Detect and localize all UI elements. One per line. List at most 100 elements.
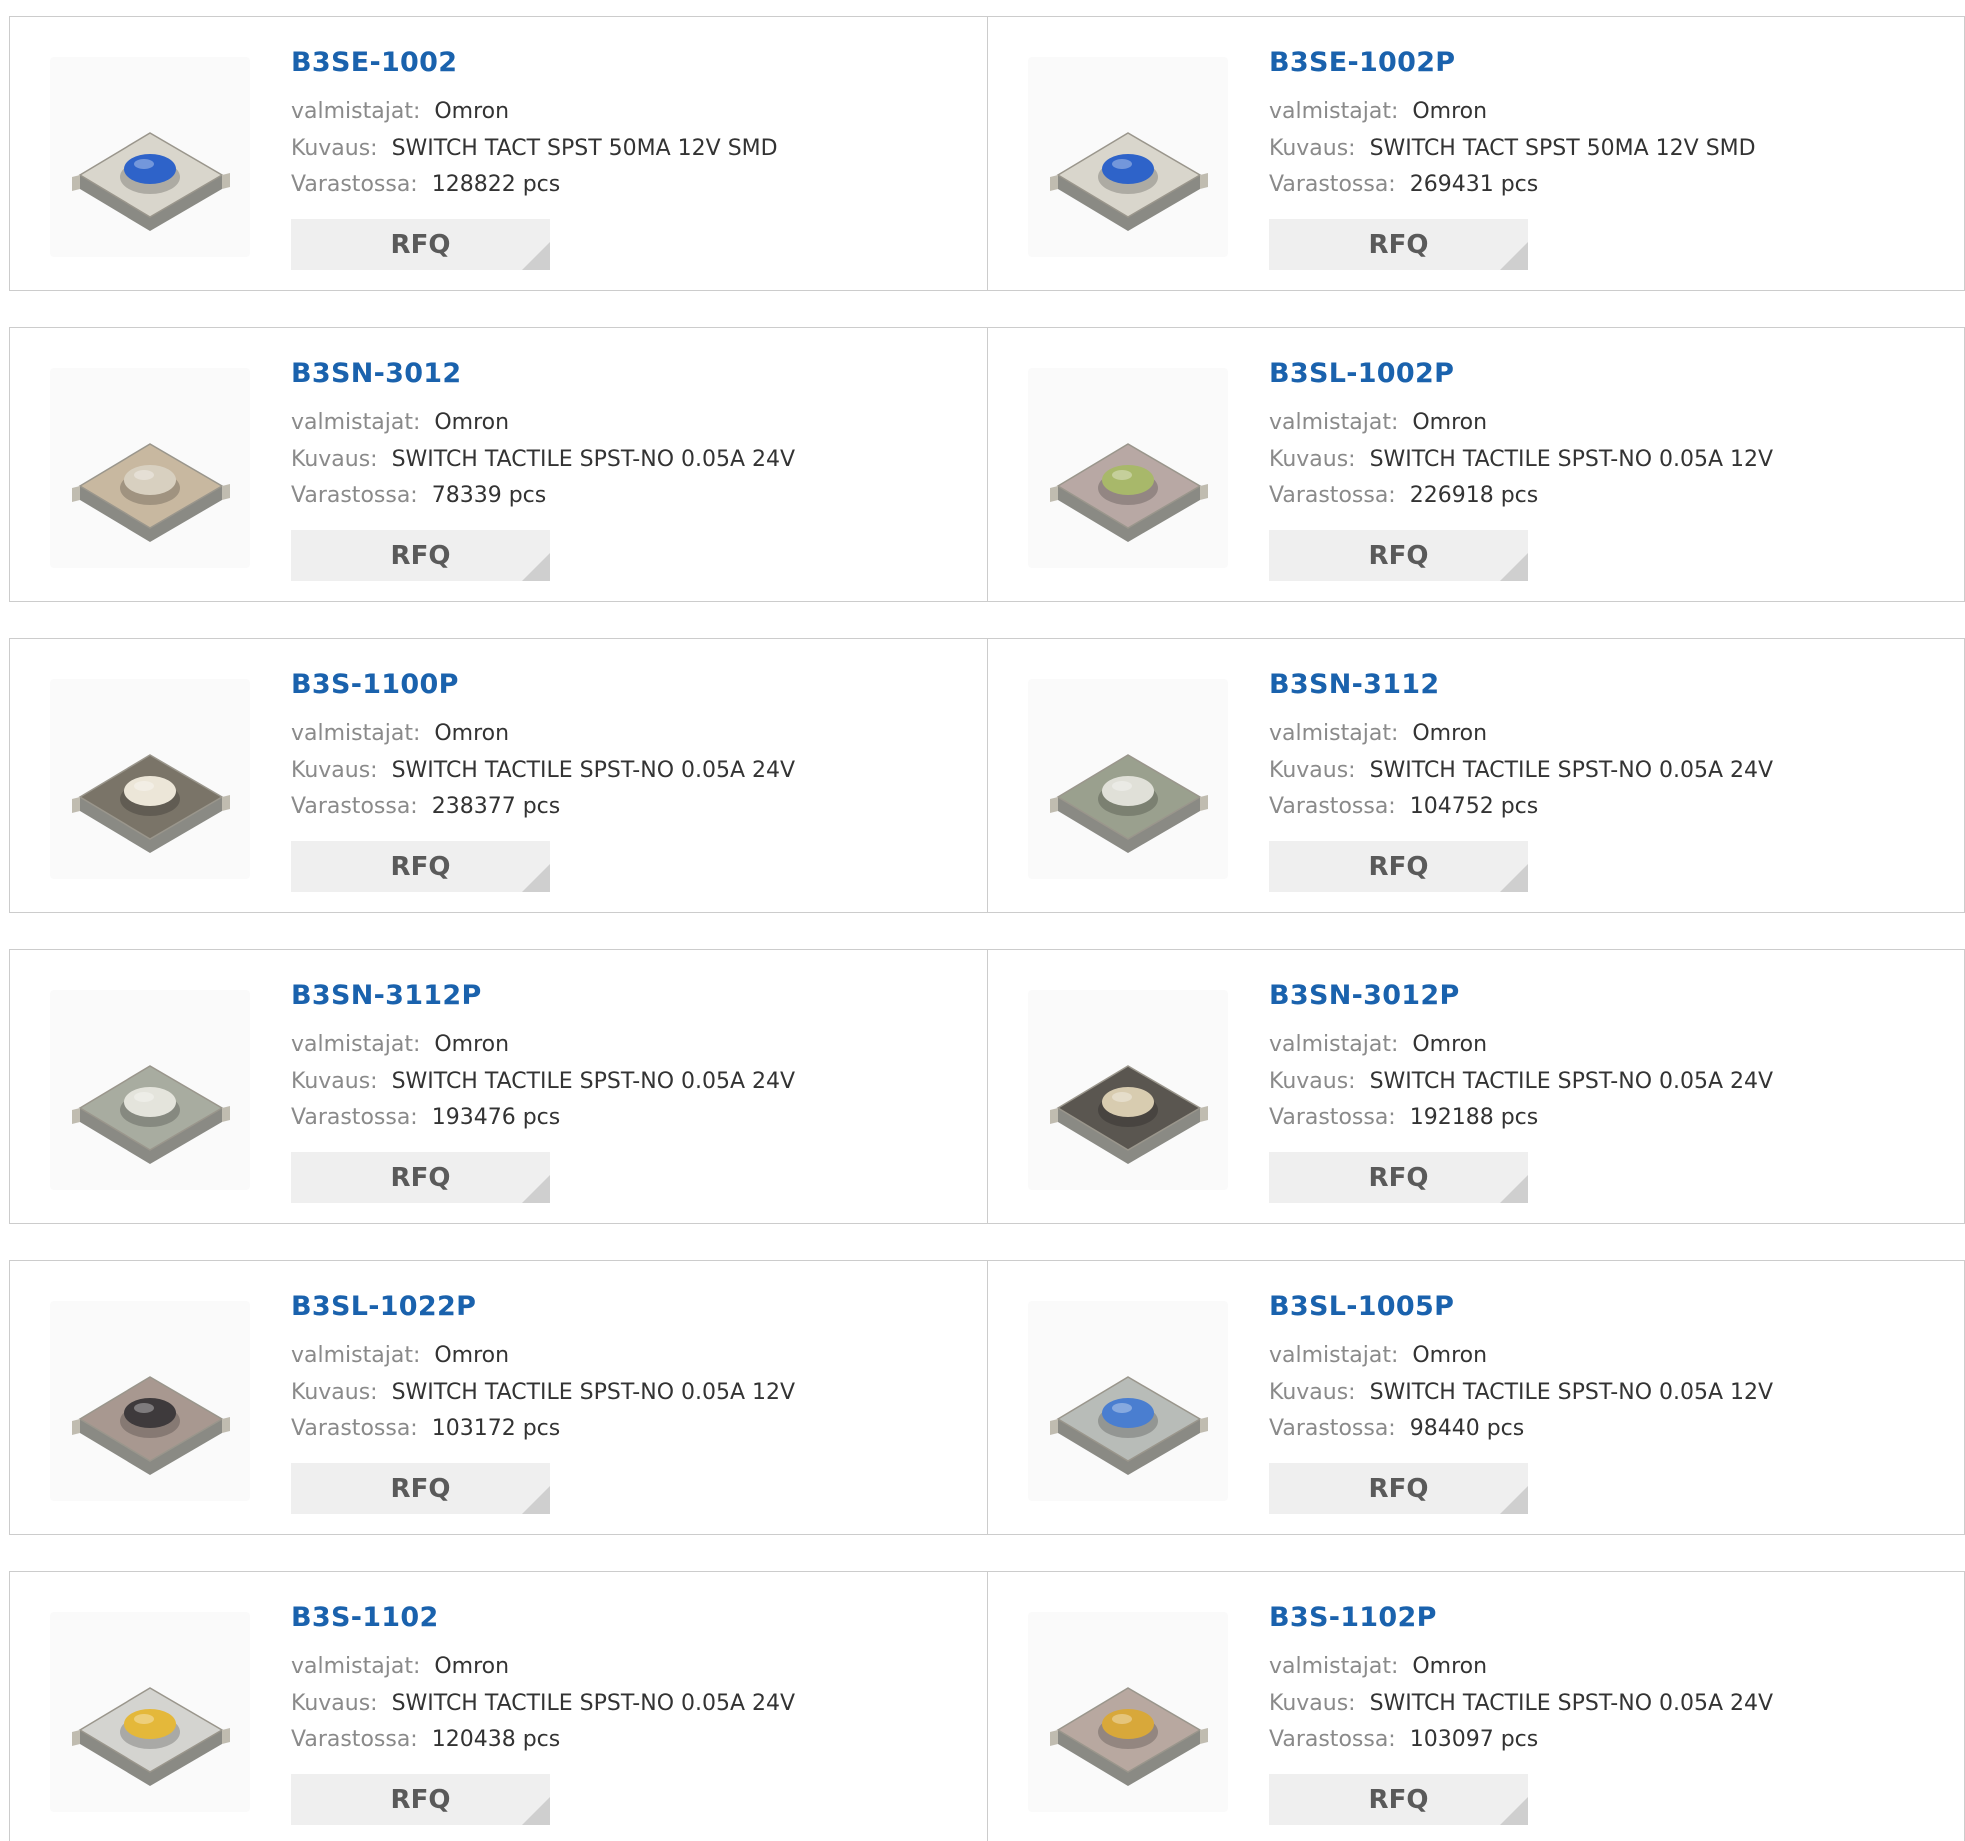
product-image[interactable] [50, 57, 250, 257]
stock-label: Varastossa: [1269, 172, 1396, 197]
manufacturer-value: Omron [1412, 721, 1488, 746]
manufacturer-row: valmistajat: Omron [291, 1343, 509, 1368]
manufacturer-value: Omron [434, 99, 510, 124]
part-number-link[interactable]: B3S-1102P [1269, 1602, 1437, 1633]
rfq-button[interactable]: RFQ [291, 1463, 550, 1514]
manufacturer-value: Omron [434, 1654, 510, 1679]
part-number-link[interactable]: B3SN-3112 [1269, 669, 1439, 700]
product-image[interactable] [1028, 368, 1228, 568]
part-number-link[interactable]: B3SL-1005P [1269, 1291, 1454, 1322]
part-number-link[interactable]: B3SN-3012P [1269, 980, 1460, 1011]
manufacturer-row: valmistajat: Omron [1269, 410, 1487, 435]
part-number-link[interactable]: B3SE-1002 [291, 47, 457, 78]
stock-value: 103172 pcs [431, 1416, 561, 1441]
corner-triangle-icon [1500, 1797, 1528, 1825]
product-card: B3SL-1002P valmistajat: Omron Kuvaus: SWIT… [988, 328, 1965, 601]
stock-row: Varastossa: 192188 pcs [1269, 1105, 1538, 1130]
stock-label: Varastossa: [291, 1416, 418, 1441]
description-value: SWITCH TACTILE SPST-NO 0.05A 12V [391, 1380, 796, 1405]
product-image[interactable] [50, 1301, 250, 1501]
stock-row: Varastossa: 78339 pcs [291, 483, 546, 508]
stock-row: Varastossa: 103172 pcs [291, 1416, 560, 1441]
stock-label: Varastossa: [291, 483, 418, 508]
rfq-button[interactable]: RFQ [1269, 841, 1528, 892]
product-image[interactable] [1028, 1301, 1228, 1501]
tactile-switch-icon [1050, 1065, 1208, 1164]
manufacturer-value: Omron [434, 1032, 510, 1057]
manufacturer-label: valmistajat: [291, 721, 421, 746]
description-value: SWITCH TACTILE SPST-NO 0.05A 24V [391, 1069, 796, 1094]
product-image[interactable] [1028, 990, 1228, 1190]
part-number-link[interactable]: B3SL-1022P [291, 1291, 476, 1322]
description-row: Kuvaus: SWITCH TACTILE SPST-NO 0.05A 24V [1269, 1069, 1773, 1094]
part-number-link[interactable]: B3S-1102 [291, 1602, 439, 1633]
product-image[interactable] [50, 1612, 250, 1812]
rfq-button-label: RFQ [1368, 1473, 1429, 1504]
rfq-button[interactable]: RFQ [1269, 219, 1528, 270]
rfq-button-label: RFQ [390, 1784, 451, 1815]
manufacturer-value: Omron [434, 721, 510, 746]
rfq-button[interactable]: RFQ [1269, 1152, 1528, 1203]
product-card: B3SN-3012 valmistajat: Omron Kuvaus: SWITC… [10, 328, 987, 601]
rfq-button[interactable]: RFQ [291, 219, 550, 270]
product-image[interactable] [50, 990, 250, 1190]
stock-label: Varastossa: [1269, 1105, 1396, 1130]
corner-triangle-icon [522, 1797, 550, 1825]
description-row: Kuvaus: SWITCH TACTILE SPST-NO 0.05A 12V [291, 1380, 795, 1405]
description-row: Kuvaus: SWITCH TACTILE SPST-NO 0.05A 12V [1269, 1380, 1773, 1405]
stock-label: Varastossa: [291, 172, 418, 197]
rfq-button-label: RFQ [1368, 1162, 1429, 1193]
product-image[interactable] [50, 679, 250, 879]
rfq-button[interactable]: RFQ [291, 530, 550, 581]
rfq-button[interactable]: RFQ [291, 1152, 550, 1203]
rfq-button[interactable]: RFQ [1269, 1774, 1528, 1825]
description-row: Kuvaus: SWITCH TACTILE SPST-NO 0.05A 24V [291, 1069, 795, 1094]
product-card: B3SL-1022P valmistajat: Omron Kuvaus: SWIT… [10, 1261, 987, 1534]
description-value: SWITCH TACTILE SPST-NO 0.05A 24V [391, 758, 796, 783]
description-row: Kuvaus: SWITCH TACT SPST 50MA 12V SMD [1269, 136, 1756, 161]
manufacturer-label: valmistajat: [1269, 1654, 1399, 1679]
rfq-button-label: RFQ [390, 540, 451, 571]
stock-value: 128822 pcs [431, 172, 561, 197]
description-value: SWITCH TACTILE SPST-NO 0.05A 12V [1369, 1380, 1774, 1405]
product-image[interactable] [50, 368, 250, 568]
stock-row: Varastossa: 120438 pcs [291, 1727, 560, 1752]
manufacturer-value: Omron [434, 410, 510, 435]
part-number-link[interactable]: B3S-1100P [291, 669, 459, 700]
stock-value: 238377 pcs [431, 794, 561, 819]
tactile-switch-icon [72, 132, 230, 231]
description-value: SWITCH TACTILE SPST-NO 0.05A 12V [1369, 447, 1774, 472]
rfq-button[interactable]: RFQ [1269, 530, 1528, 581]
product-card: B3SE-1002P valmistajat: Omron Kuvaus: SWIT… [988, 17, 1965, 290]
part-number-link[interactable]: B3SL-1002P [1269, 358, 1454, 389]
product-image[interactable] [1028, 1612, 1228, 1812]
stock-value: 98440 pcs [1409, 1416, 1525, 1441]
part-number-link[interactable]: B3SN-3012 [291, 358, 461, 389]
part-number-link[interactable]: B3SE-1002P [1269, 47, 1455, 78]
description-label: Kuvaus: [1269, 447, 1356, 472]
rfq-button[interactable]: RFQ [291, 841, 550, 892]
rfq-button-label: RFQ [390, 229, 451, 260]
tactile-switch-icon [1050, 754, 1208, 853]
manufacturer-value: Omron [1412, 1032, 1488, 1057]
product-card: B3S-1102 valmistajat: Omron Kuvaus: SWITCH… [10, 1572, 987, 1841]
product-card: B3SE-1002 valmistajat: Omron Kuvaus: SWITC… [10, 17, 987, 290]
stock-row: Varastossa: 128822 pcs [291, 172, 560, 197]
product-card: B3SN-3112 valmistajat: Omron Kuvaus: SWITC… [988, 639, 1965, 912]
manufacturer-row: valmistajat: Omron [1269, 721, 1487, 746]
manufacturer-label: valmistajat: [1269, 1343, 1399, 1368]
tactile-switch-icon [1050, 1376, 1208, 1475]
product-image[interactable] [1028, 679, 1228, 879]
part-number-link[interactable]: B3SN-3112P [291, 980, 482, 1011]
stock-label: Varastossa: [291, 1727, 418, 1752]
stock-label: Varastossa: [1269, 1727, 1396, 1752]
product-image[interactable] [1028, 57, 1228, 257]
stock-label: Varastossa: [1269, 1416, 1396, 1441]
rfq-button[interactable]: RFQ [291, 1774, 550, 1825]
product-card: B3S-1102P valmistajat: Omron Kuvaus: SWITC… [988, 1572, 1965, 1841]
description-label: Kuvaus: [291, 447, 378, 472]
stock-value: 269431 pcs [1409, 172, 1539, 197]
corner-triangle-icon [522, 864, 550, 892]
rfq-button[interactable]: RFQ [1269, 1463, 1528, 1514]
tactile-switch-icon [72, 1065, 230, 1164]
